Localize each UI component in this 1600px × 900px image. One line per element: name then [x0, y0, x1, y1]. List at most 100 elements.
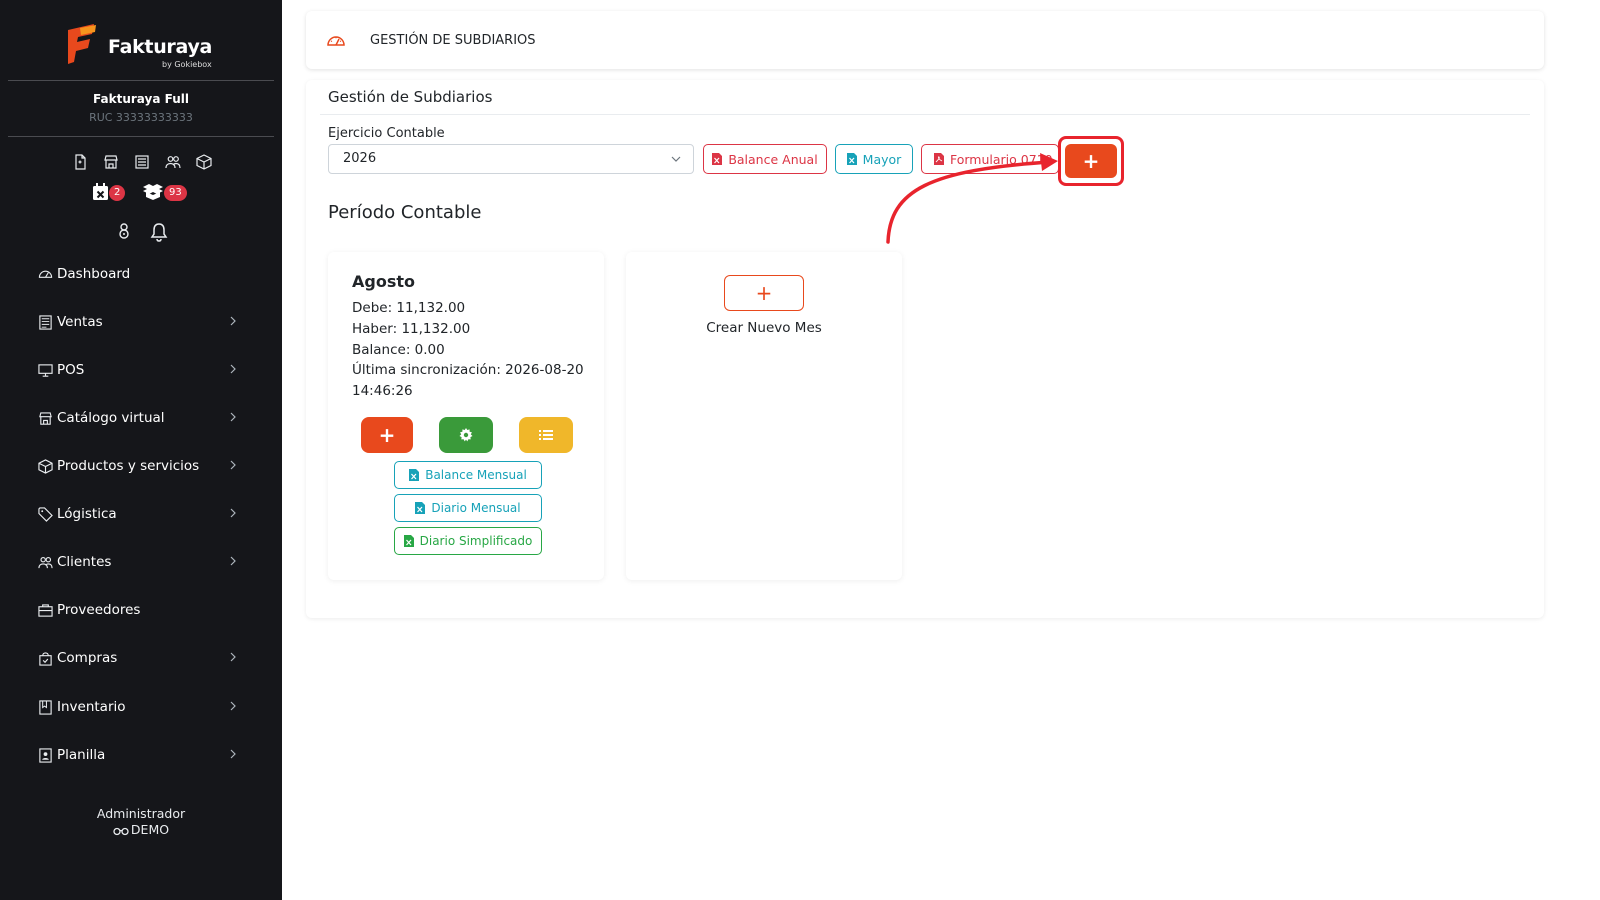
gauge-icon — [327, 36, 345, 46]
store-icon — [39, 411, 52, 425]
company-ruc: RUC 33333333333 — [89, 111, 193, 124]
settings-button[interactable] — [439, 417, 493, 453]
calendar-badge: 2 — [109, 185, 126, 201]
users-icon[interactable] — [165, 154, 181, 170]
chevron-right-icon — [230, 412, 236, 422]
list-button[interactable] — [519, 417, 573, 453]
plus-icon: + — [1082, 149, 1100, 173]
add-asiento-button[interactable]: + — [361, 417, 413, 453]
page-title: GESTIÓN DE SUBDIARIOS — [370, 33, 536, 48]
divider — [8, 136, 274, 137]
file-excel-icon — [403, 535, 414, 547]
plus-icon: + — [755, 281, 773, 305]
user-actions — [116, 222, 168, 242]
nav-ventas[interactable]: Ventas — [38, 310, 248, 334]
plus-icon: + — [378, 423, 396, 447]
divider — [320, 114, 1530, 115]
bell-icon[interactable] — [150, 222, 168, 242]
diario-simplificado-button[interactable]: Diario Simplificado — [394, 527, 542, 555]
glasses-icon — [113, 827, 129, 835]
diario-mensual-label: Diario Mensual — [431, 501, 521, 515]
ejercicio-value: 2026 — [343, 151, 377, 166]
card-title: Gestión de Subdiarios — [328, 88, 493, 106]
sync-time: 14:46:26 — [352, 383, 413, 399]
calendar-alerts[interactable]: 2 — [92, 182, 128, 204]
document-icon[interactable] — [72, 154, 88, 170]
nav-compras[interactable]: Compras — [38, 646, 248, 670]
nav-label: Ventas — [57, 314, 103, 330]
box-icon[interactable] — [196, 154, 212, 170]
user-name: DEMO — [130, 822, 170, 837]
balance-mensual-button[interactable]: Balance Mensual — [394, 461, 542, 489]
list-icon[interactable] — [134, 154, 150, 170]
boxes-icon — [143, 184, 163, 200]
nav-proveedores[interactable]: Proveedores — [38, 598, 248, 622]
file-excel-icon — [415, 502, 426, 514]
sync-date: Última sincronización: 2026-08-20 — [352, 362, 584, 378]
nav-label: Lógistica — [57, 506, 117, 522]
chevron-right-icon — [230, 652, 236, 662]
nav-label: Clientes — [57, 554, 112, 570]
chevron-down-icon — [671, 156, 681, 162]
nav-label: Productos y servicios — [57, 458, 200, 474]
month-name: Agosto — [352, 272, 415, 291]
store-icon[interactable] — [103, 154, 119, 170]
page-header: GESTIÓN DE SUBDIARIOS — [306, 11, 1544, 69]
users-icon — [38, 556, 53, 568]
new-month-label: Crear Nuevo Mes — [706, 320, 822, 336]
id-badge-icon — [39, 747, 52, 763]
chevron-right-icon — [230, 508, 236, 518]
file-excel-icon — [712, 153, 723, 165]
brand-name: Fakturaya — [108, 36, 213, 58]
calendar-x-icon — [93, 183, 108, 200]
debe-value: Debe: 11,132.00 — [352, 300, 466, 316]
nav-label: Planilla — [57, 747, 106, 763]
balance-value: Balance: 0.00 — [352, 342, 445, 358]
ejercicio-select[interactable]: 2026 — [328, 144, 694, 174]
box-icon — [38, 458, 53, 474]
divider — [8, 80, 274, 81]
list-icon — [539, 430, 553, 440]
balance-anual-button[interactable]: Balance Anual — [703, 144, 827, 174]
nav-label: Compras — [57, 650, 118, 666]
nav-label: Proveedores — [57, 602, 141, 618]
quick-actions — [72, 154, 212, 172]
periodo-title: Período Contable — [328, 202, 482, 223]
company-name: Fakturaya Full — [93, 92, 189, 106]
nav-clientes[interactable]: Clientes — [38, 550, 248, 574]
user-name-row[interactable]: DEMO — [0, 822, 282, 837]
nav-label: Dashboard — [57, 266, 131, 282]
nav-productos-servicios[interactable]: Productos y servicios — [38, 454, 248, 478]
sidebar: Fakturaya by Gokiebox Fakturaya Full RUC… — [0, 0, 282, 900]
chevron-right-icon — [230, 364, 236, 374]
nav-logistica[interactable]: Lógistica — [38, 502, 248, 526]
new-month-button[interactable]: + — [724, 275, 804, 311]
gear-icon — [459, 428, 473, 442]
nav-pos[interactable]: POS — [38, 358, 248, 382]
logo-mark-icon — [68, 24, 96, 64]
nav-dashboard[interactable]: Dashboard — [38, 262, 248, 286]
brand-subtitle: by Gokiebox — [162, 60, 212, 69]
brand-logo[interactable]: Fakturaya by Gokiebox — [66, 24, 226, 72]
chevron-right-icon — [230, 316, 236, 326]
briefcase-icon — [38, 603, 53, 617]
nav-inventario[interactable]: Inventario — [38, 695, 248, 719]
file-excel-icon — [409, 469, 420, 481]
period-card-agosto: Agosto Debe: 11,132.00 Haber: 11,132.00 … — [328, 252, 604, 580]
diario-simplificado-label: Diario Simplificado — [419, 534, 533, 548]
chevron-right-icon — [230, 701, 236, 711]
packages-alerts[interactable]: 93 — [142, 182, 192, 204]
gauge-icon — [38, 270, 53, 278]
haber-value: Haber: 11,132.00 — [352, 321, 471, 337]
shopping-bag-icon — [39, 651, 52, 666]
notification-badges: 2 93 — [92, 182, 192, 204]
book-icon — [39, 699, 52, 715]
lock-icon[interactable] — [116, 222, 132, 240]
add-period-button[interactable]: + — [1065, 144, 1117, 178]
packages-badge: 93 — [164, 185, 187, 201]
new-month-card: + Crear Nuevo Mes — [626, 252, 902, 580]
diario-mensual-button[interactable]: Diario Mensual — [394, 494, 542, 522]
nav-planilla[interactable]: Planilla — [38, 743, 248, 767]
file-excel-icon — [846, 153, 857, 165]
nav-catalogo-virtual[interactable]: Catálogo virtual — [38, 406, 248, 430]
